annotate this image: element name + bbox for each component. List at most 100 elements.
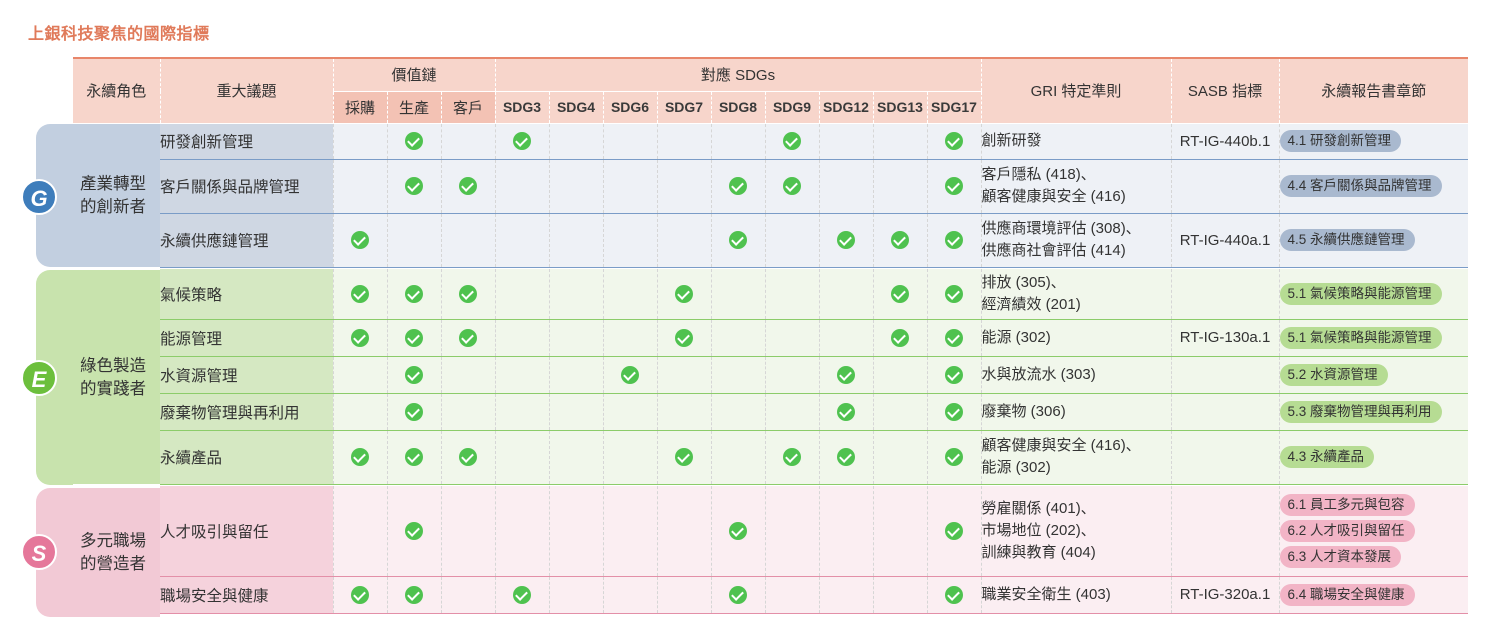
issue-cell: 氣候策略: [160, 269, 333, 320]
mark-cell: [332, 430, 387, 485]
environment-letter-icon: E: [21, 360, 57, 396]
table-row: 氣候策略 排放 (305)、 經濟績效 (201) 5.1 氣候策略與能源管理: [73, 269, 1468, 320]
check-icon: [729, 521, 747, 540]
mark-cell: [656, 576, 711, 614]
mark-cell: [710, 486, 765, 577]
check-icon: [351, 448, 369, 467]
chapter-pill[interactable]: 4.1 研發創新管理: [1279, 130, 1402, 152]
check-icon: [891, 231, 909, 250]
mark-cell: [548, 319, 603, 357]
mark-cell: [764, 123, 819, 160]
role-cell: [73, 269, 160, 319]
mark-cell: [332, 393, 387, 431]
gri-cell: 水與放流水 (303): [980, 356, 1171, 394]
mark-cell: [926, 269, 981, 320]
header-sdg-col: SDG12: [818, 91, 873, 124]
mark-cell: [656, 430, 711, 485]
mark-cell: [386, 430, 441, 485]
table-row: 研發創新管理 創新研發 RT-IG-440b.1 4.1 研發創新管理: [73, 123, 1468, 160]
chapter-pill[interactable]: 5.1 氣候策略與能源管理: [1279, 326, 1442, 349]
check-icon: [459, 177, 477, 196]
mark-cell: [386, 393, 441, 431]
issue-cell: 永續供應鏈管理: [160, 213, 333, 268]
mark-cell: [710, 123, 765, 160]
mark-cell: [548, 393, 603, 431]
sasb-cell: RT-IG-440b.1: [1170, 123, 1279, 160]
mark-cell: [818, 576, 873, 614]
check-icon: [405, 132, 423, 151]
chapter-pill[interactable]: 6.3 人才資本發展: [1279, 545, 1402, 568]
mark-cell: [332, 576, 387, 614]
mark-cell: [602, 576, 657, 614]
check-icon: [405, 365, 423, 384]
header-chapter: 永續報告書章節: [1278, 58, 1468, 124]
header-vc-col: 客戶: [440, 91, 495, 124]
issue-cell: 永續產品: [160, 430, 333, 485]
mark-cell: [440, 576, 495, 614]
check-icon: [945, 448, 963, 467]
mark-cell: [440, 393, 495, 431]
mark-cell: [818, 486, 873, 577]
sasb-cell: [1170, 430, 1279, 485]
mark-cell: [494, 486, 549, 577]
mark-cell: [494, 393, 549, 431]
gri-line: 勞雇關係 (401)、: [981, 499, 1096, 517]
gri-line: 職業安全衛生 (403): [981, 585, 1111, 603]
mark-cell: [386, 319, 441, 357]
issue-cell: 客戶關係與品牌管理: [160, 159, 333, 214]
chapter-pill[interactable]: 4.4 客戶關係與品牌管理: [1279, 175, 1442, 197]
header-sdg-col: SDG17: [926, 91, 981, 124]
issue-cell: 人才吸引與留任: [160, 486, 333, 577]
chapter-pill[interactable]: 5.2 水資源管理: [1279, 363, 1388, 386]
mark-cell: [548, 356, 603, 394]
check-icon: [945, 177, 963, 196]
check-icon: [945, 284, 963, 303]
mark-cell: [710, 393, 765, 431]
mark-cell: [926, 430, 981, 485]
chapter-cell: 4.1 研發創新管理: [1278, 123, 1468, 160]
role-cell: [73, 576, 160, 613]
gri-line: 經濟績效 (201): [981, 295, 1081, 313]
sasb-cell: [1170, 356, 1279, 394]
chapter-pill[interactable]: 6.2 人才吸引與留任: [1279, 519, 1415, 542]
mark-cell: [494, 159, 549, 214]
role-cell: [73, 159, 160, 213]
mark-cell: [926, 356, 981, 394]
chapter-pill[interactable]: 4.3 永續產品: [1279, 446, 1375, 468]
table-row: 永續產品 顧客健康與安全 (416)、 能源 (302) 4.3 永續產品: [73, 430, 1468, 485]
mark-cell: [710, 430, 765, 485]
mark-cell: [602, 123, 657, 160]
mark-cell: [656, 393, 711, 431]
check-icon: [513, 132, 531, 151]
mark-cell: [818, 356, 873, 394]
chapter-pill[interactable]: 5.1 氣候策略與能源管理: [1279, 282, 1442, 305]
check-icon: [729, 231, 747, 250]
mark-cell: [872, 430, 927, 485]
sasb-cell: [1170, 269, 1279, 320]
mark-cell: [494, 319, 549, 357]
mark-cell: [548, 123, 603, 160]
mark-cell: [332, 269, 387, 320]
mark-cell: [926, 486, 981, 577]
mark-cell: [602, 430, 657, 485]
mark-cell: [872, 576, 927, 614]
check-icon: [891, 284, 909, 303]
mark-cell: [440, 319, 495, 357]
mark-cell: [548, 159, 603, 214]
sasb-cell: RT-IG-440a.1: [1170, 213, 1279, 268]
mark-cell: [494, 269, 549, 320]
mark-cell: [926, 576, 981, 614]
issue-cell: 廢棄物管理與再利用: [160, 393, 333, 431]
role-cell: [73, 356, 160, 393]
mark-cell: [818, 213, 873, 268]
header-issue: 重大議題: [159, 58, 333, 124]
chapter-pill[interactable]: 6.4 職場安全與健康: [1279, 583, 1415, 606]
chapter-pill[interactable]: 6.1 員工多元與包容: [1279, 493, 1415, 516]
chapter-pill[interactable]: 4.5 永續供應鏈管理: [1279, 229, 1415, 251]
page-title: 上銀科技聚焦的國際指標: [28, 26, 210, 43]
mark-cell: [926, 213, 981, 268]
mark-cell: [710, 213, 765, 268]
mark-cell: [764, 213, 819, 268]
chapter-pill[interactable]: 5.3 廢棄物管理與再利用: [1279, 400, 1442, 423]
chapter-cell: 5.1 氣候策略與能源管理: [1278, 319, 1468, 357]
